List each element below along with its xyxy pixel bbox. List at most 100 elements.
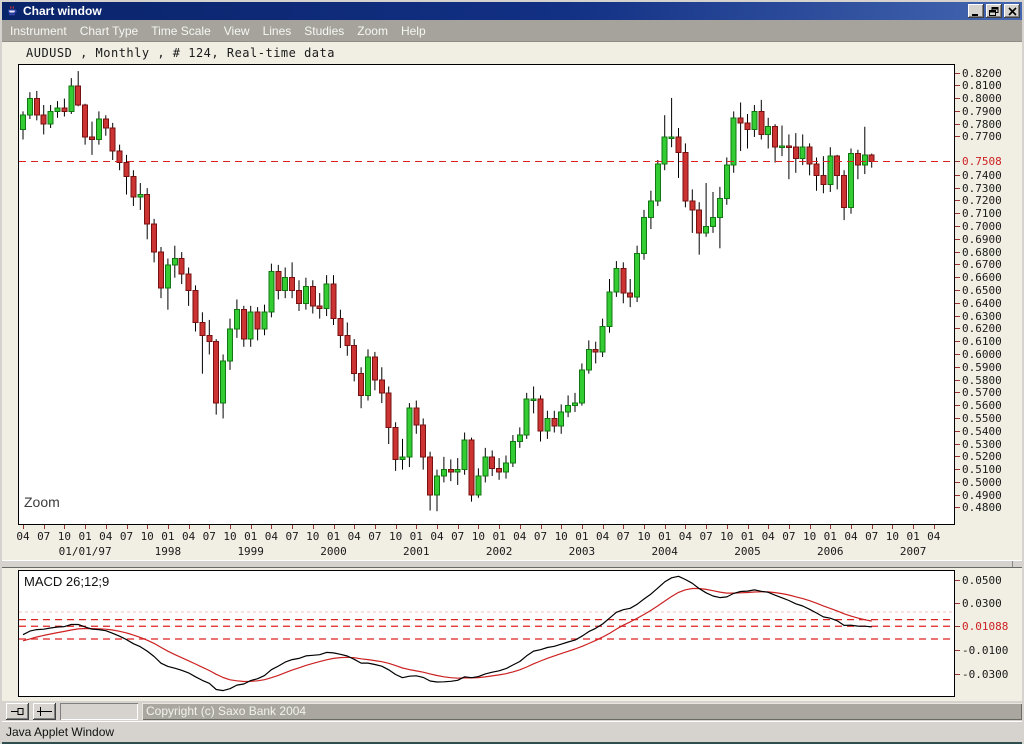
x-axis-tick (334, 525, 335, 529)
x-axis-tick (623, 525, 624, 529)
tick-mark (955, 328, 960, 329)
y-axis-tick-label: 0.5100 (955, 464, 1002, 476)
x-axis-tick (251, 525, 252, 529)
toolbar-value-box (60, 703, 138, 720)
restore-button[interactable] (986, 4, 1002, 18)
candle (103, 119, 108, 128)
x-axis-tick (541, 525, 542, 529)
candle (448, 470, 453, 473)
candle (27, 99, 32, 116)
x-axis-tick (603, 525, 604, 529)
tick-mark (955, 188, 960, 189)
x-axis-tick (64, 525, 65, 529)
x-axis-year-label: 1999 (216, 545, 286, 558)
zoom-mode-label: Zoom (24, 494, 60, 510)
tick-mark (955, 277, 960, 278)
current-price-label: 0.7508 (955, 156, 1002, 168)
x-axis-tick (727, 525, 728, 529)
chart-window: Chart window Instrument Chart Type Time Sc… (0, 0, 1024, 744)
y-axis-tick-label: 0.5800 (955, 374, 1002, 386)
candle (221, 361, 226, 403)
y-axis-tick-label: 0.6700 (955, 259, 1002, 271)
close-icon (1008, 7, 1017, 16)
java-cup-icon (5, 4, 19, 18)
candle (303, 287, 308, 304)
candle (352, 346, 357, 374)
y-axis-tick-label: 0.6900 (955, 233, 1002, 245)
candle (234, 310, 239, 329)
menu-item-time-scale[interactable]: Time Scale (151, 24, 211, 38)
tick-mark (955, 85, 960, 86)
candle (510, 441, 515, 463)
candle (34, 99, 39, 116)
candle (372, 357, 377, 380)
candle (855, 154, 860, 166)
macd-tick-label: -0.0300 (955, 668, 1008, 680)
x-axis-tick (934, 525, 935, 529)
x-axis-year-label: 1998 (133, 545, 203, 558)
y-axis-tick-label: 0.6200 (955, 323, 1002, 335)
panel-splitter[interactable] (2, 560, 1024, 568)
menu-item-chart-type[interactable]: Chart Type (80, 24, 138, 38)
macd-chart-canvas[interactable]: MACD 26;12;9 (18, 570, 955, 697)
menu-item-help[interactable]: Help (401, 24, 426, 38)
y-axis-tick-label: 0.6400 (955, 297, 1002, 309)
title-bar[interactable]: Chart window (2, 2, 1022, 20)
candle (545, 418, 550, 431)
x-axis-tick (561, 525, 562, 529)
restore-icon (989, 7, 999, 16)
minimize-icon (971, 7, 981, 16)
y-axis-tick-label: 0.7700 (955, 131, 1002, 143)
candle (628, 293, 633, 297)
tick-mark (955, 111, 960, 112)
y-axis-tick-label: 0.7300 (955, 182, 1002, 194)
crosshair-tool-button[interactable] (33, 703, 56, 720)
candle (752, 111, 757, 129)
x-axis-tick (85, 525, 86, 529)
splitter-notch (1012, 561, 1018, 567)
x-axis-tick (106, 525, 107, 529)
candle (724, 165, 729, 198)
scroll-to-end-button[interactable] (6, 703, 29, 720)
candle (780, 146, 785, 148)
y-axis-tick-label: 0.6600 (955, 272, 1002, 284)
menu-item-studies[interactable]: Studies (304, 24, 344, 38)
candle (421, 425, 426, 457)
candle (676, 137, 681, 152)
x-axis-tick (478, 525, 479, 529)
price-chart-canvas[interactable]: Zoom (18, 64, 955, 525)
y-axis-tick-label: 0.5900 (955, 361, 1002, 373)
x-axis-tick (396, 525, 397, 529)
candle (138, 195, 143, 198)
candle (145, 195, 150, 224)
y-axis-tick-label: 0.8100 (955, 80, 1002, 92)
horizontal-scroll-track[interactable]: Copyright (c) Saxo Bank 2004 (142, 703, 1022, 720)
candle (366, 357, 371, 395)
x-axis-tick (189, 525, 190, 529)
x-axis-tick (872, 525, 873, 529)
minimize-button[interactable] (968, 4, 984, 18)
tick-mark (955, 456, 960, 457)
candle (655, 164, 660, 201)
candle (96, 119, 101, 139)
menu-item-instrument[interactable]: Instrument (10, 24, 67, 38)
price-x-axis: 0407100104071001040710010407100104071001… (19, 525, 956, 565)
candle (428, 457, 433, 495)
x-axis-tick (354, 525, 355, 529)
candle (814, 164, 819, 176)
candle (697, 210, 702, 233)
menu-item-zoom[interactable]: Zoom (357, 24, 388, 38)
y-axis-tick-label: 0.5000 (955, 476, 1002, 488)
x-axis-year-label: 2002 (464, 545, 534, 558)
candle (83, 105, 88, 137)
menu-item-view[interactable]: View (224, 24, 250, 38)
menu-item-lines[interactable]: Lines (263, 24, 292, 38)
candle (331, 284, 336, 319)
x-axis-tick (748, 525, 749, 529)
tick-mark (955, 626, 960, 627)
status-bar: Java Applet Window (2, 721, 1022, 742)
y-axis-tick-label: 0.7400 (955, 169, 1002, 181)
candle (552, 418, 557, 426)
x-axis-tick (830, 525, 831, 529)
close-button[interactable] (1004, 4, 1020, 18)
